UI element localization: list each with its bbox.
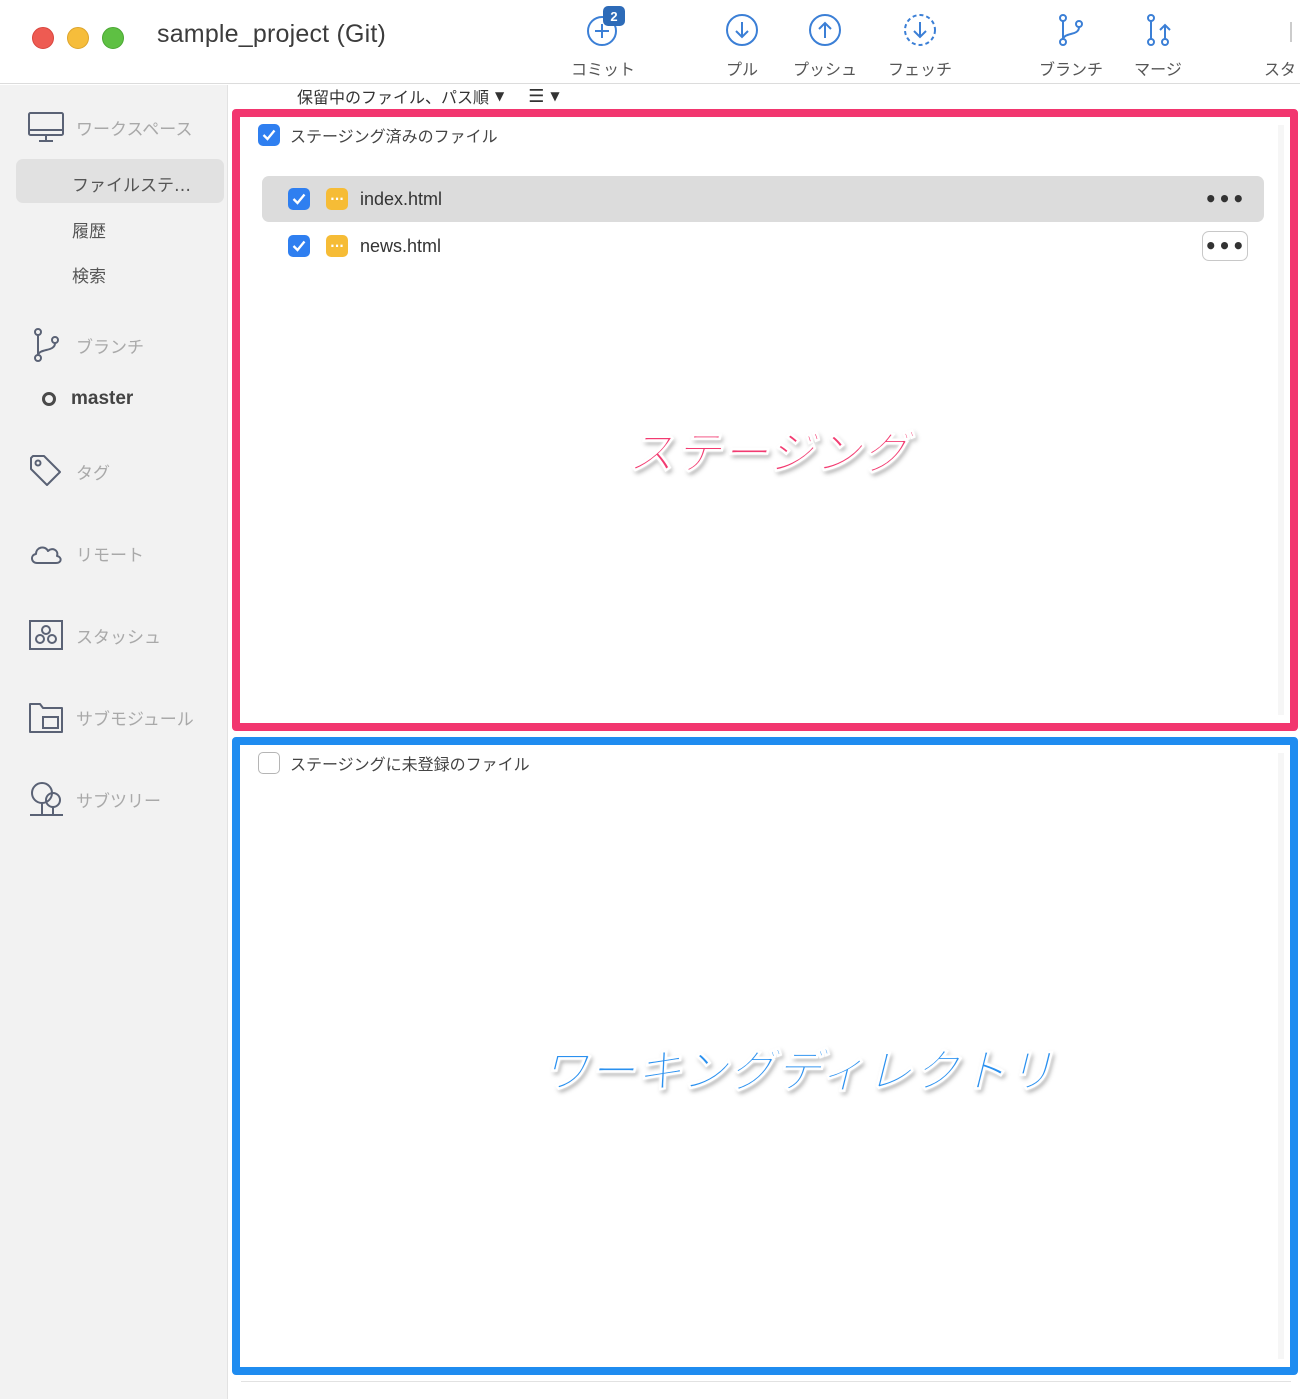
unstaged-files-header: ステージングに未登録のファイル — [258, 751, 530, 775]
sidebar-section-subtrees[interactable]: サブツリー — [26, 779, 161, 819]
sidebar-section-submodules[interactable]: サブモジュール — [26, 697, 194, 737]
staging-annotation: ステージング — [627, 426, 910, 481]
staged-files-header: ステージング済みのファイル — [258, 123, 498, 147]
fetch-label: フェッチ — [887, 60, 952, 79]
main-panel: 保留中のファイル、パス順 ▼ ☰ ▼ ステージング済みのファイル ··· ind… — [229, 85, 1300, 1399]
staged-files-pane: ステージング済みのファイル ··· index.html ••• ··· new… — [232, 109, 1298, 731]
commit-label: コミット — [570, 60, 635, 79]
file-stage-checkbox[interactable] — [288, 188, 310, 210]
sidebar-section-branches[interactable]: ブランチ — [26, 325, 144, 365]
push-button[interactable]: プッシュ — [780, 8, 870, 80]
sidebar-section-tags[interactable]: タグ — [26, 451, 110, 491]
branch-icon — [26, 325, 66, 365]
commit-icon: 2 — [581, 6, 625, 52]
submodule-icon — [26, 697, 66, 737]
file-filter-dropdown[interactable]: 保留中のファイル、パス順 ▼ ☰ ▼ — [297, 85, 560, 108]
commit-count-badge: 2 — [603, 6, 625, 26]
sidebar-item-search[interactable]: 検索 — [72, 262, 106, 287]
unstaged-files-pane: ステージングに未登録のファイル ワーキングディレクトリ — [232, 737, 1298, 1375]
tag-icon — [26, 451, 66, 491]
merge-icon — [1136, 8, 1180, 52]
sidebar-section-workspace[interactable]: ワークスペース — [26, 107, 192, 147]
stash-icon — [26, 615, 66, 655]
commit-button[interactable]: 2 コミット — [558, 6, 648, 80]
window-title: sample_project (Git) — [157, 20, 387, 48]
maximize-window-button[interactable] — [102, 27, 124, 49]
push-label: プッシュ — [792, 60, 857, 79]
stash-button[interactable]: スタ — [1250, 8, 1300, 80]
pull-icon — [720, 8, 764, 52]
sidebar-item-file-status[interactable]: ファイルステ… — [72, 171, 191, 196]
list-icon[interactable]: ☰ — [528, 86, 544, 107]
sidebar-section-stashes[interactable]: スタッシュ — [26, 615, 161, 655]
stash-label: スタ — [1264, 60, 1297, 79]
branch-icon — [1049, 8, 1093, 52]
merge-button[interactable]: マージ — [1113, 8, 1203, 80]
modified-file-icon: ··· — [326, 188, 348, 210]
sidebar-section-remotes[interactable]: リモート — [26, 533, 144, 573]
scrollbar[interactable] — [1278, 753, 1284, 1359]
unstaged-files-title: ステージングに未登録のファイル — [290, 755, 530, 774]
filter-label: 保留中のファイル、パス順 — [297, 88, 490, 107]
file-row[interactable]: ··· index.html ••• — [262, 176, 1264, 222]
sidebar-item-branch-master[interactable]: master — [42, 388, 133, 410]
branch-name: master — [71, 388, 134, 409]
staged-files-title: ステージング済みのファイル — [290, 127, 498, 146]
sidebar-section-label: ワークスペース — [76, 119, 193, 140]
sidebar: ワークスペース ファイルステ… 履歴 検索 ブランチ master タグ リモー… — [0, 85, 228, 1399]
monitor-icon — [26, 107, 66, 147]
push-icon — [803, 8, 847, 52]
close-window-button[interactable] — [32, 27, 54, 49]
modified-file-icon: ··· — [326, 235, 348, 257]
window-toolbar: sample_project (Git) 2 コミット プル プッシュ フェッチ… — [0, 0, 1300, 84]
pull-label: プル — [725, 60, 758, 79]
diff-area-edge — [241, 1381, 1291, 1393]
current-branch-indicator — [42, 392, 56, 406]
working-directory-annotation: ワーキングディレクトリ — [541, 1044, 1055, 1099]
more-options-button[interactable]: ••• — [1202, 231, 1248, 261]
branch-button[interactable]: ブランチ — [1026, 8, 1116, 80]
sidebar-section-label: サブツリー — [76, 791, 161, 812]
stash-toolbar-icon — [1250, 8, 1294, 52]
more-options-button[interactable]: ••• — [1202, 184, 1248, 214]
toolbar-divider — [1290, 22, 1292, 42]
sidebar-section-label: タグ — [76, 463, 110, 484]
stage-all-unstaged-checkbox[interactable] — [258, 752, 280, 774]
fetch-icon — [898, 8, 942, 52]
sidebar-section-label: スタッシュ — [76, 627, 161, 648]
sidebar-section-label: ブランチ — [76, 337, 144, 358]
sidebar-section-label: サブモジュール — [76, 709, 194, 730]
sidebar-section-label: リモート — [76, 545, 144, 566]
fetch-button[interactable]: フェッチ — [875, 8, 965, 80]
chevron-down-icon: ▼ — [495, 89, 505, 103]
scrollbar[interactable] — [1278, 125, 1284, 715]
pull-button[interactable]: プル — [697, 8, 787, 80]
branch-label: ブランチ — [1038, 60, 1103, 79]
cloud-icon — [26, 533, 66, 573]
file-name: news.html — [360, 235, 442, 256]
minimize-window-button[interactable] — [67, 27, 89, 49]
stage-all-checkbox[interactable] — [258, 124, 280, 146]
file-stage-checkbox[interactable] — [288, 235, 310, 257]
merge-label: マージ — [1134, 60, 1182, 79]
chevron-down-icon[interactable]: ▼ — [550, 89, 559, 103]
sidebar-item-history[interactable]: 履歴 — [72, 217, 106, 242]
file-name: index.html — [360, 188, 443, 209]
file-row[interactable]: ··· news.html ••• — [262, 223, 1264, 269]
tree-icon — [26, 779, 66, 819]
